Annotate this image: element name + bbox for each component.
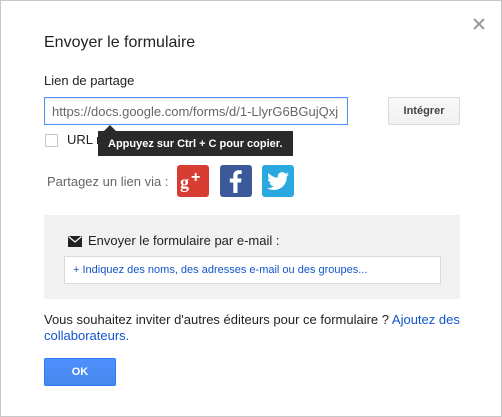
ok-button[interactable]: OK bbox=[44, 358, 116, 386]
share-link-input[interactable] bbox=[44, 97, 348, 125]
invite-text: Vous souhaitez inviter d'autres éditeurs… bbox=[44, 312, 392, 327]
envelope-icon bbox=[68, 236, 82, 247]
embed-button[interactable]: Intégrer bbox=[388, 97, 460, 125]
dialog-title: Envoyer le formulaire bbox=[44, 34, 196, 51]
google-plus-icon[interactable]: g + bbox=[177, 165, 209, 197]
share-via-label: Partagez un lien via : bbox=[47, 174, 169, 189]
share-link-label: Lien de partage bbox=[44, 73, 135, 88]
email-panel: Envoyer le formulaire par e-mail : + Ind… bbox=[44, 215, 460, 299]
svg-text:g: g bbox=[180, 172, 189, 192]
email-title: Envoyer le formulaire par e-mail : bbox=[88, 233, 280, 248]
copy-tooltip: Appuyez sur Ctrl + C pour copier. bbox=[98, 131, 293, 156]
share-form-dialog: Envoyer le formulaire Lien de partage In… bbox=[0, 0, 502, 417]
close-icon[interactable] bbox=[472, 17, 486, 31]
invite-editors-text: Vous souhaitez inviter d'autres éditeurs… bbox=[44, 312, 464, 344]
short-url-label: URL r bbox=[67, 132, 101, 147]
svg-text:+: + bbox=[191, 169, 200, 186]
facebook-icon[interactable] bbox=[220, 165, 252, 197]
twitter-icon[interactable] bbox=[262, 165, 294, 197]
email-recipients-input[interactable]: + Indiquez des noms, des adresses e-mail… bbox=[64, 256, 441, 284]
short-url-checkbox[interactable] bbox=[45, 134, 58, 147]
